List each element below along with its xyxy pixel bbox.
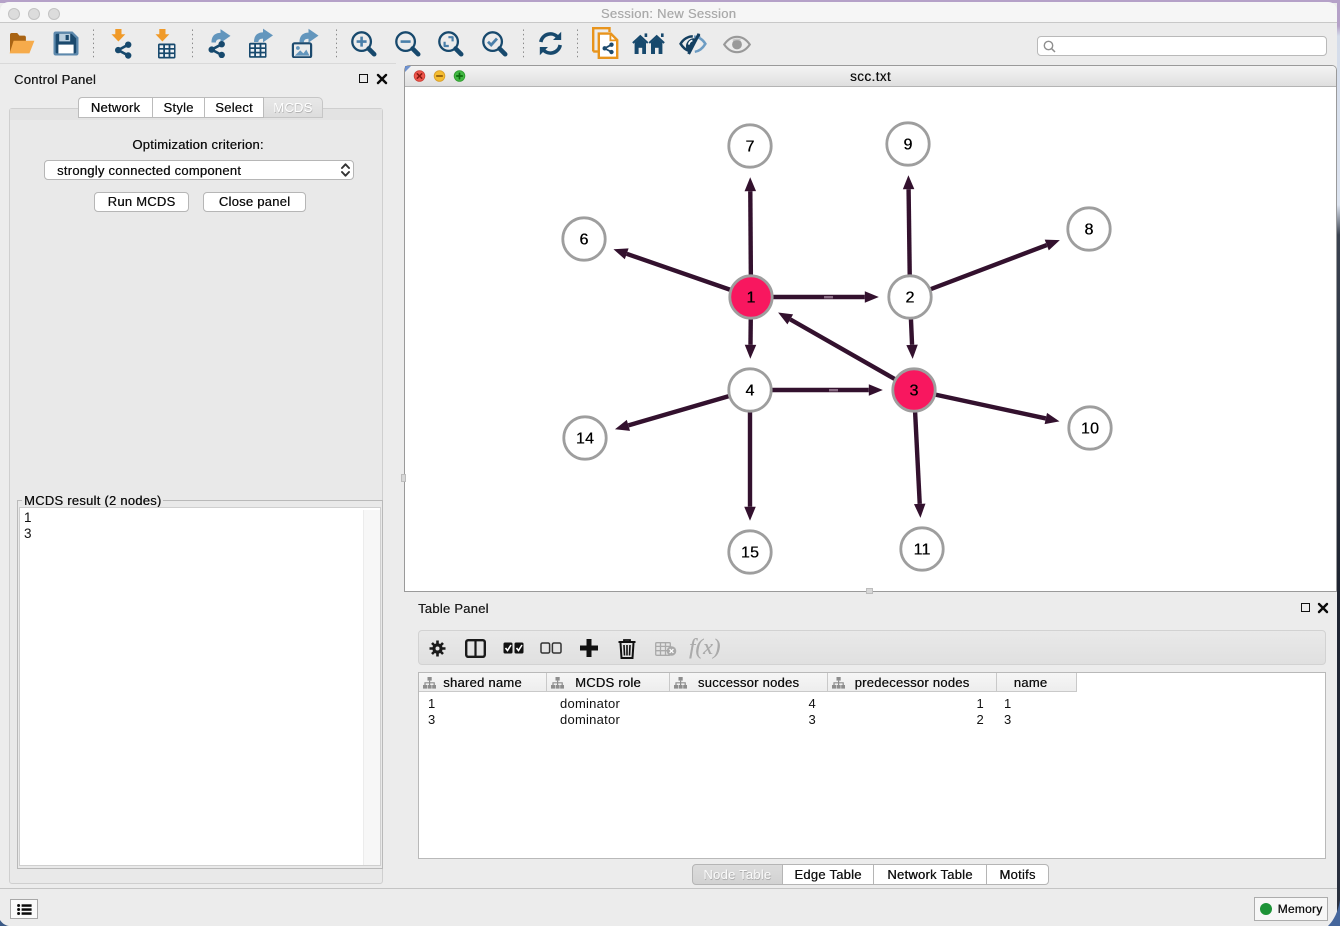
- svg-text:2: 2: [905, 290, 914, 307]
- svg-text:7: 7: [745, 139, 754, 156]
- svg-text:4: 4: [745, 383, 754, 400]
- svg-text:1: 1: [746, 290, 755, 307]
- svg-text:11: 11: [913, 542, 930, 559]
- svg-text:15: 15: [741, 545, 759, 562]
- svg-text:3: 3: [909, 383, 918, 400]
- svg-text:8: 8: [1084, 222, 1093, 239]
- svg-text:10: 10: [1081, 421, 1099, 438]
- svg-text:14: 14: [576, 431, 594, 448]
- svg-text:6: 6: [579, 232, 588, 249]
- svg-text:9: 9: [903, 137, 912, 154]
